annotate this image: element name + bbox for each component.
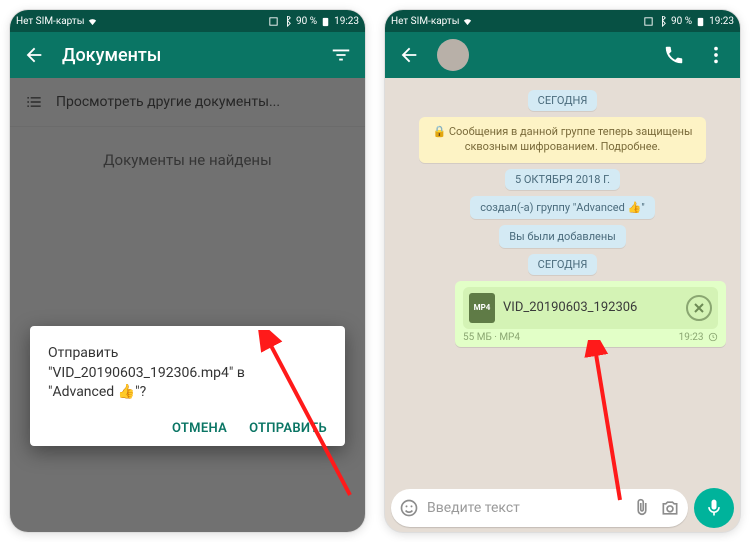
date-chip-today-2: СЕГОДНЯ (528, 254, 598, 275)
status-bar: Нет SIM-карты 90 % 19:23 (10, 10, 365, 32)
page-title: Документы (62, 45, 313, 66)
bluetooth-icon (657, 16, 668, 27)
file-name: VID_20190603_192306 (503, 300, 678, 315)
date-chip-today: СЕГОДНЯ (528, 90, 598, 111)
send-dialog: Отправить "VID_20190603_192306.mp4" в "A… (30, 326, 345, 446)
phone-right: Нет SIM-карты 90 % 19:23 (385, 10, 740, 532)
message-time: 19:23 (679, 332, 718, 343)
call-button[interactable] (660, 41, 688, 69)
filter-button[interactable] (327, 41, 355, 69)
dialog-line2: "VID_20190603_192306.mp4" в (48, 365, 245, 381)
camera-icon[interactable] (660, 498, 680, 518)
nfc-icon (268, 16, 279, 27)
nfc-icon (643, 16, 654, 27)
carrier-text: Нет SIM-карты (16, 16, 84, 27)
close-icon (694, 303, 704, 313)
documents-body: Просмотреть другие документы... Документ… (10, 78, 365, 532)
arrow-left-icon (23, 44, 45, 66)
menu-button[interactable] (702, 41, 730, 69)
back-button[interactable] (395, 41, 423, 69)
chat-body[interactable]: СЕГОДНЯ 🔒 Сообщения в данной группе тепе… (385, 78, 740, 484)
dialog-message: Отправить "VID_20190603_192306.mp4" в "A… (48, 344, 327, 403)
clock-text: 19:23 (709, 16, 734, 27)
dialog-line1: Отправить (48, 345, 118, 361)
status-bar: Нет SIM-карты 90 % 19:23 (385, 10, 740, 32)
dialog-line3: "Advanced 👍"? (48, 384, 146, 400)
date-chip: 5 ОКТЯБРЯ 2018 Г. (505, 169, 620, 190)
voice-record-button[interactable] (694, 488, 734, 528)
send-button[interactable]: ОТПРАВИТЬ (249, 421, 327, 436)
more-vert-icon (705, 44, 727, 66)
filter-icon (330, 44, 352, 66)
mic-icon (704, 498, 724, 518)
clock-text: 19:23 (334, 16, 359, 27)
battery-text: 90 % (671, 16, 692, 27)
carrier-text: Нет SIM-карты (391, 16, 459, 27)
attach-icon[interactable] (632, 498, 652, 518)
cancel-upload-button[interactable] (686, 295, 712, 321)
encryption-notice[interactable]: 🔒 Сообщения в данной группе теперь защищ… (419, 117, 706, 163)
phone-plus-icon (663, 44, 685, 66)
wifi-icon (87, 16, 98, 27)
emoji-icon[interactable] (399, 498, 419, 518)
system-you-added: Вы были добавлены (499, 225, 626, 248)
system-group-created: создал(-а) группу "Advanced 👍" (470, 196, 654, 219)
battery-icon (695, 16, 706, 27)
group-avatar[interactable] (437, 39, 469, 71)
appbar-chat (385, 32, 740, 78)
file-size: 55 МБ · MP4 (463, 332, 520, 343)
message-input-bar: Введите текст (385, 484, 740, 532)
wifi-icon (462, 16, 473, 27)
message-input[interactable]: Введите текст (391, 489, 688, 527)
bluetooth-icon (282, 16, 293, 27)
input-placeholder: Введите текст (427, 500, 624, 516)
back-button[interactable] (20, 41, 48, 69)
battery-text: 90 % (296, 16, 317, 27)
file-attachment[interactable]: MP4 VID_20190603_192306 (463, 287, 718, 329)
battery-icon (320, 16, 331, 27)
outgoing-file-message[interactable]: MP4 VID_20190603_192306 55 МБ · MP4 19:2… (455, 281, 726, 347)
appbar-documents: Документы (10, 32, 365, 78)
time-text: 19:23 (679, 332, 704, 343)
arrow-left-icon (398, 44, 420, 66)
cancel-button[interactable]: ОТМЕНА (172, 421, 227, 436)
clock-icon (708, 332, 718, 342)
phone-left: Нет SIM-карты 90 % 19:23 Документы (10, 10, 365, 532)
modal-scrim[interactable] (10, 78, 365, 532)
file-type-badge: MP4 (469, 293, 495, 323)
